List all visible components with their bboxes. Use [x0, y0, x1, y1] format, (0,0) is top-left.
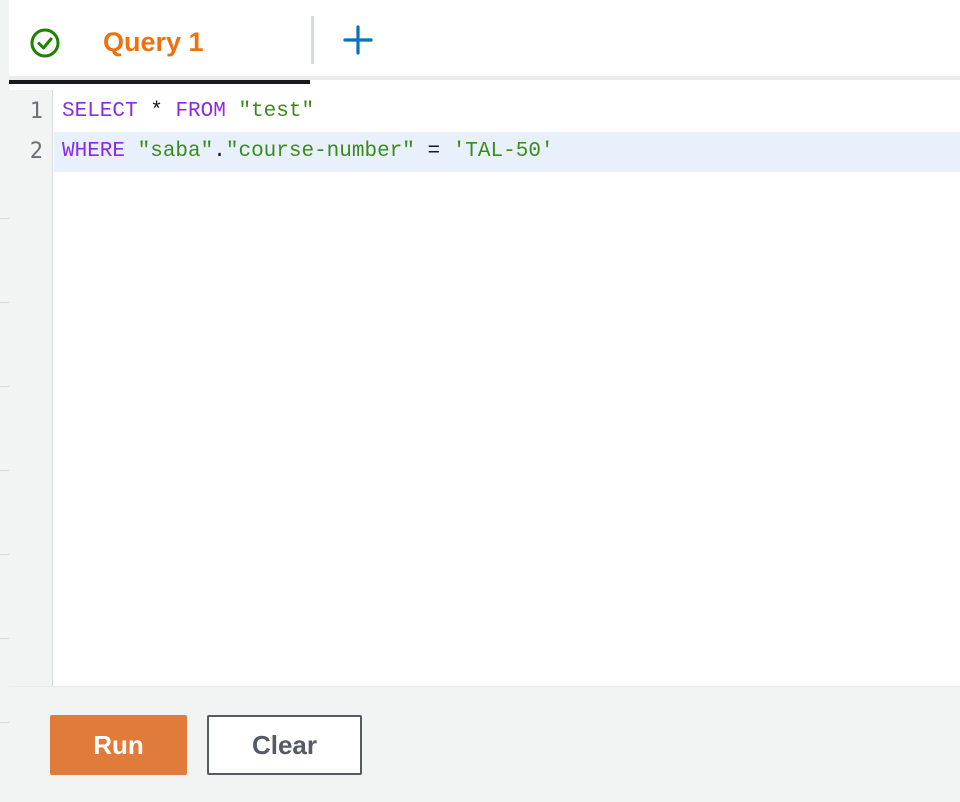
- tab-label: Query 1: [103, 27, 204, 57]
- sql-string: 'TAL-50': [452, 140, 554, 163]
- query-tab-bar: Query 1: [9, 0, 960, 84]
- line-number: 2: [29, 139, 43, 164]
- code-line-active[interactable]: WHERE "saba"."course-number" = 'TAL-50': [54, 132, 960, 172]
- active-tab-indicator: [9, 80, 310, 84]
- clear-button[interactable]: Clear: [207, 715, 362, 775]
- sql-operator: [125, 140, 138, 163]
- sql-string: "test": [238, 100, 315, 123]
- sql-operator: [226, 100, 239, 123]
- tab-query-1[interactable]: Query 1: [9, 0, 310, 84]
- line-number-gutter: 1 2: [9, 90, 53, 686]
- sql-code-editor[interactable]: 1 2 SELECT * FROM "test" WHERE "saba"."c…: [9, 90, 960, 686]
- sql-keyword: SELECT: [62, 100, 138, 123]
- sql-keyword: FROM: [175, 100, 226, 123]
- sql-string: "course-number": [225, 140, 415, 163]
- sql-string: "saba": [137, 140, 214, 163]
- tab-divider: [311, 16, 314, 64]
- sql-operator: =: [414, 140, 453, 163]
- code-line[interactable]: SELECT * FROM "test": [54, 92, 960, 132]
- check-circle-icon: [30, 28, 60, 58]
- sql-operator: *: [137, 100, 176, 123]
- query-editor-panel: Query 1 1 2 SELECT * FROM "test" WHERE "…: [0, 0, 960, 802]
- run-button[interactable]: Run: [50, 715, 187, 775]
- sql-keyword: WHERE: [62, 140, 126, 163]
- plus-icon[interactable]: [342, 24, 374, 56]
- line-number: 1: [29, 99, 43, 124]
- sql-operator: .: [213, 140, 226, 163]
- left-edge-strip: [0, 0, 9, 802]
- editor-actions-bar: Run Clear: [9, 686, 960, 802]
